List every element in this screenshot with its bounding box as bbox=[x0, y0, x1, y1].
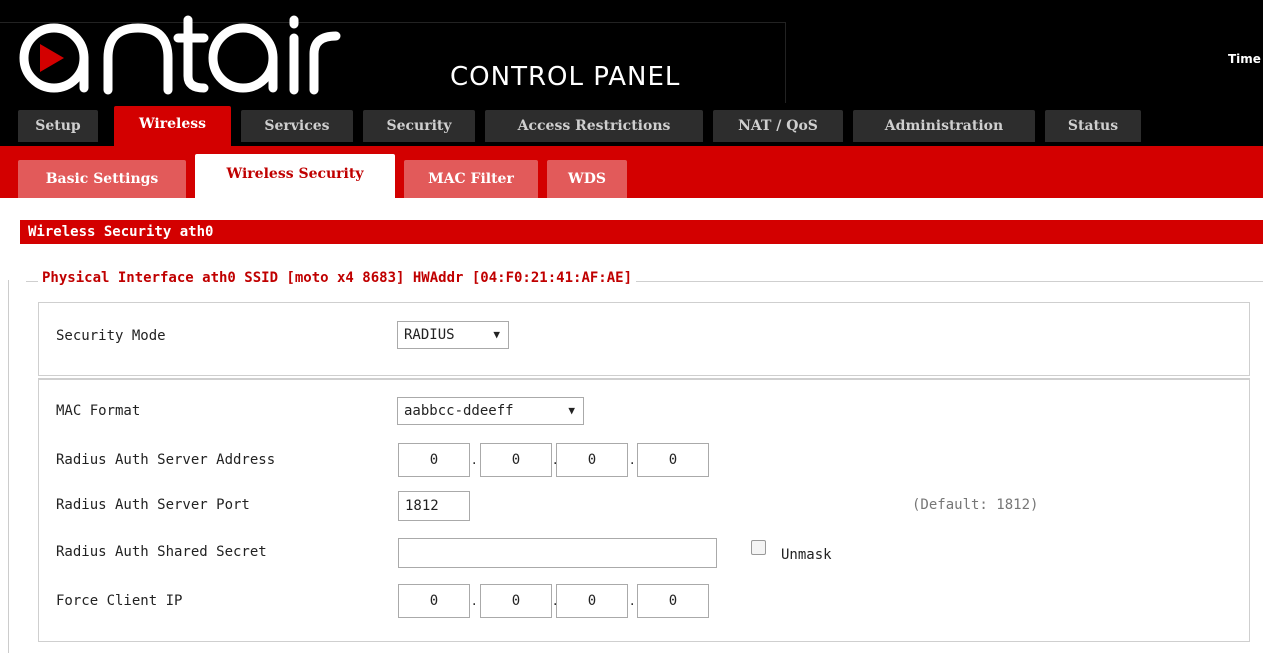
default-port-hint: (Default: 1812) bbox=[912, 497, 1039, 513]
subtab-mac-filter[interactable]: MAC Filter bbox=[404, 160, 538, 198]
mac-format-select[interactable]: aabbcc-ddeeff ▼ bbox=[397, 397, 584, 425]
control-panel-title: CONTROL PANEL bbox=[450, 62, 681, 92]
subtab-wds[interactable]: WDS bbox=[547, 160, 627, 198]
mac-format-value: aabbcc-ddeeff bbox=[404, 403, 514, 419]
security-mode-select[interactable]: RADIUS ▼ bbox=[397, 321, 509, 349]
shared-secret-label: Radius Auth Shared Secret bbox=[56, 544, 267, 560]
force-ip-octet-3[interactable]: 0 bbox=[556, 584, 628, 618]
force-ip-octet-4[interactable]: 0 bbox=[637, 584, 709, 618]
mac-format-label: MAC Format bbox=[56, 403, 141, 419]
tab-nat-qos[interactable]: NAT / QoS bbox=[713, 110, 843, 142]
interface-legend: Physical Interface ath0 SSID [moto x4 86… bbox=[38, 270, 637, 286]
octet-separator: . bbox=[630, 593, 635, 609]
security-mode-label: Security Mode bbox=[56, 328, 166, 344]
security-mode-group bbox=[38, 302, 1250, 376]
dropdown-arrow-icon: ▼ bbox=[493, 328, 500, 341]
auth-server-octet-2[interactable]: 0 bbox=[480, 443, 552, 477]
octet-separator: . bbox=[630, 452, 635, 468]
divider bbox=[8, 280, 9, 653]
shared-secret-input[interactable] bbox=[398, 538, 717, 568]
auth-server-octet-4[interactable]: 0 bbox=[637, 443, 709, 477]
auth-server-port-label: Radius Auth Server Port bbox=[56, 497, 250, 513]
force-ip-octet-1[interactable]: 0 bbox=[398, 584, 470, 618]
auth-server-octet-3[interactable]: 0 bbox=[556, 443, 628, 477]
octet-separator: . bbox=[472, 452, 477, 468]
tab-services[interactable]: Services bbox=[241, 110, 353, 142]
unmask-label: Unmask bbox=[781, 547, 832, 563]
sub-tab-bar: Basic Settings Wireless Security MAC Fil… bbox=[0, 146, 1263, 198]
force-ip-octet-2[interactable]: 0 bbox=[480, 584, 552, 618]
tab-status[interactable]: Status bbox=[1045, 110, 1141, 142]
subtab-wireless-security[interactable]: Wireless Security bbox=[195, 154, 395, 198]
octet-separator: . bbox=[472, 593, 477, 609]
tab-wireless[interactable]: Wireless bbox=[114, 106, 231, 146]
antaira-logo bbox=[18, 10, 358, 95]
security-mode-value: RADIUS bbox=[404, 327, 455, 343]
tab-administration[interactable]: Administration bbox=[853, 110, 1035, 142]
subtab-basic-settings[interactable]: Basic Settings bbox=[18, 160, 186, 198]
tab-security[interactable]: Security bbox=[363, 110, 475, 142]
dropdown-arrow-icon: ▼ bbox=[568, 404, 575, 417]
auth-server-address-label: Radius Auth Server Address bbox=[56, 452, 276, 468]
unmask-checkbox[interactable] bbox=[751, 540, 766, 555]
tab-access-restrictions[interactable]: Access Restrictions bbox=[485, 110, 703, 142]
force-client-ip-label: Force Client IP bbox=[56, 593, 183, 609]
section-title: Wireless Security ath0 bbox=[20, 220, 1263, 244]
auth-server-octet-1[interactable]: 0 bbox=[398, 443, 470, 477]
auth-server-port-input[interactable]: 1812 bbox=[398, 491, 470, 521]
tab-setup[interactable]: Setup bbox=[18, 110, 98, 142]
time-label: Time bbox=[1228, 52, 1261, 66]
